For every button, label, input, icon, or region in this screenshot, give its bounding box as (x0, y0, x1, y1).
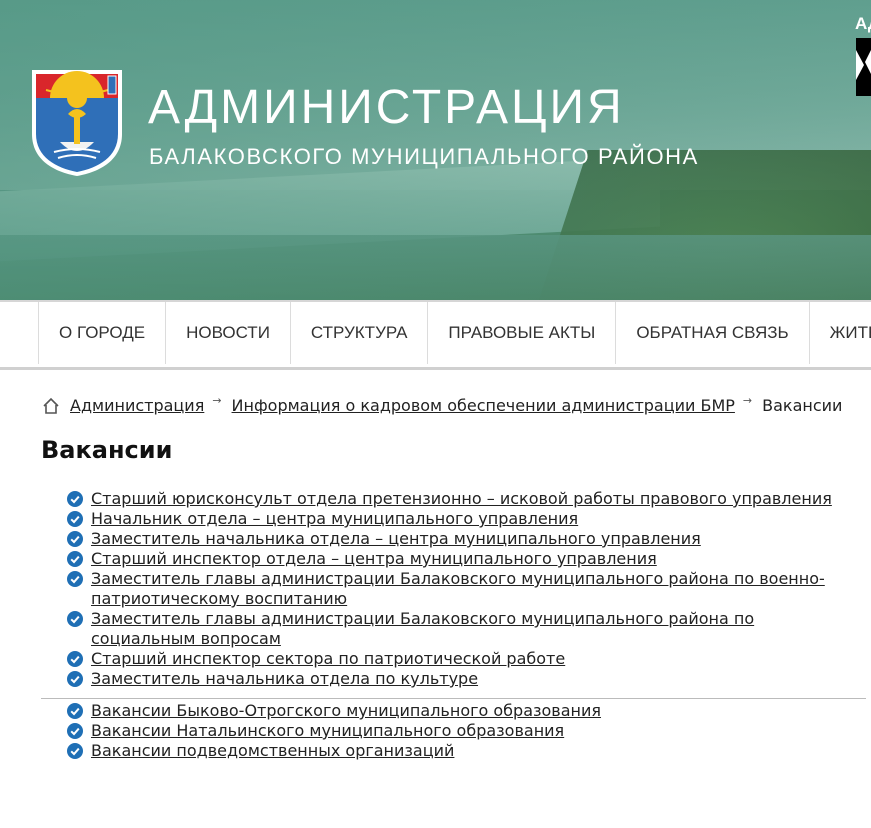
check-circle-icon (67, 703, 83, 719)
vacancy-link[interactable]: Старший инспектор отдела – центра муници… (91, 549, 657, 568)
list-item: Старший инспектор сектора по патриотичес… (67, 649, 857, 669)
vacancy-link[interactable]: Старший инспектор сектора по патриотичес… (91, 649, 565, 668)
check-circle-icon (67, 531, 83, 547)
nav-item-legal-acts[interactable]: ПРАВОВЫЕ АКТЫ (427, 302, 615, 364)
section-divider (41, 698, 866, 699)
other-vacancy-list: Вакансии Быково-Отрогского муниципальног… (67, 701, 857, 761)
check-circle-icon (67, 651, 83, 667)
vacancy-link[interactable]: Старший юрисконсульт отдела претензионно… (91, 489, 832, 508)
check-circle-icon (67, 491, 83, 507)
list-item: Заместитель начальника отдела по культур… (67, 669, 857, 689)
list-item: Начальник отдела – центра муниципального… (67, 509, 857, 529)
check-circle-icon (67, 743, 83, 759)
list-item: Заместитель начальника отдела – центра м… (67, 529, 857, 549)
nav-item-news[interactable]: НОВОСТИ (165, 302, 290, 364)
vacancy-link[interactable]: Вакансии Натальинского муниципального об… (91, 721, 564, 740)
check-circle-icon (67, 611, 83, 627)
header-corner-text[interactable]: АД (855, 14, 871, 34)
check-circle-icon (67, 551, 83, 567)
list-item: Старший юрисконсульт отдела претензионно… (67, 489, 857, 509)
breadcrumb-separator: → (212, 394, 222, 407)
list-item: Вакансии Натальинского муниципального об… (67, 721, 857, 741)
main-nav: О ГОРОДЕ НОВОСТИ СТРУКТУРА ПРАВОВЫЕ АКТЫ… (0, 300, 871, 370)
nav-item-feedback[interactable]: ОБРАТНАЯ СВЯЗЬ (615, 302, 808, 364)
vacancy-link[interactable]: Заместитель главы администрации Балаковс… (91, 569, 825, 608)
breadcrumb-separator: → (742, 394, 753, 407)
home-icon[interactable] (42, 397, 60, 415)
vacancy-link[interactable]: Заместитель начальника отдела – центра м… (91, 529, 701, 548)
site-subtitle: БАЛАКОВСКОГО МУНИЦИПАЛЬНОГО РАЙОНА (149, 144, 699, 169)
vacancy-link[interactable]: Заместитель начальника отдела по культур… (91, 669, 478, 688)
check-circle-icon (67, 671, 83, 687)
header-corner-badge[interactable] (856, 38, 871, 96)
corner-logo-icon (856, 50, 871, 80)
vacancy-link[interactable]: Заместитель главы администрации Балаковс… (91, 609, 754, 648)
list-item: Вакансии Быково-Отрогского муниципальног… (67, 701, 857, 721)
coat-of-arms-icon[interactable] (30, 68, 124, 178)
nav-item-residents[interactable]: ЖИТЕЛЯМ (808, 302, 871, 364)
nav-item-about-city[interactable]: О ГОРОДЕ (38, 302, 165, 364)
breadcrumb: Администрация → Информация о кадровом об… (42, 394, 843, 415)
list-item: Заместитель главы администрации Балаковс… (67, 609, 857, 649)
breadcrumb-link-staffing-info[interactable]: Информация о кадровом обеспечении админи… (232, 396, 735, 415)
vacancy-list: Старший юрисконсульт отдела претензионно… (67, 489, 857, 689)
list-item: Вакансии подведомственных организаций (67, 741, 857, 761)
check-circle-icon (67, 723, 83, 739)
vacancy-link[interactable]: Вакансии Быково-Отрогского муниципальног… (91, 701, 601, 720)
page-title: Вакансии (41, 436, 173, 464)
list-item: Заместитель главы администрации Балаковс… (67, 569, 857, 609)
site-title: АДМИНИСТРАЦИЯ (148, 81, 625, 134)
breadcrumb-link-administration[interactable]: Администрация (70, 396, 204, 415)
site-header: АДМИНИСТРАЦИЯ БАЛАКОВСКОГО МУНИЦИПАЛЬНОГ… (0, 0, 871, 300)
breadcrumb-current: Вакансии (762, 396, 843, 415)
check-circle-icon (67, 571, 83, 587)
list-item: Старший инспектор отдела – центра муници… (67, 549, 857, 569)
check-circle-icon (67, 511, 83, 527)
nav-item-structure[interactable]: СТРУКТУРА (289, 302, 428, 364)
vacancy-link[interactable]: Начальник отдела – центра муниципального… (91, 509, 578, 528)
vacancy-link[interactable]: Вакансии подведомственных организаций (91, 741, 454, 760)
